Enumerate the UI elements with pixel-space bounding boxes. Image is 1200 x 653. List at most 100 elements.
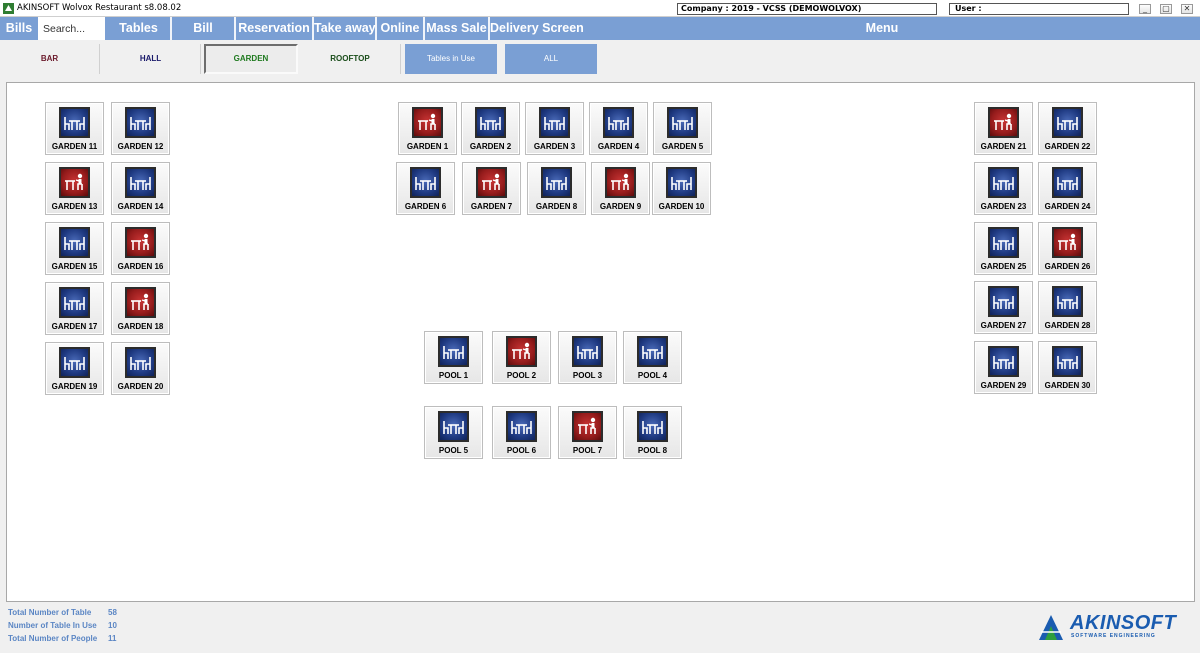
search-input[interactable] xyxy=(38,17,105,40)
table-garden-3[interactable]: GARDEN 3 xyxy=(525,102,584,155)
user-label: User : xyxy=(949,3,1129,15)
table-garden-13[interactable]: GARDEN 13 xyxy=(45,162,104,215)
table-garden-2[interactable]: GARDEN 2 xyxy=(461,102,520,155)
table-garden-1[interactable]: GARDEN 1 xyxy=(398,102,457,155)
table-label: POOL 1 xyxy=(438,371,469,380)
table-garden-4[interactable]: GARDEN 4 xyxy=(589,102,648,155)
tab-rooftop[interactable]: ROOFTOP xyxy=(300,44,401,74)
tables-button[interactable]: Tables xyxy=(107,17,172,40)
close-button[interactable]: ✕ xyxy=(1181,4,1193,14)
table-pool-2[interactable]: POOL 2 xyxy=(492,331,551,384)
occupied-table-icon xyxy=(412,107,443,138)
table-garden-10[interactable]: GARDEN 10 xyxy=(652,162,711,215)
free-table-icon xyxy=(475,107,506,138)
bill-button[interactable]: Bill xyxy=(172,17,236,40)
occupied-table-icon xyxy=(988,107,1019,138)
table-label: GARDEN 11 xyxy=(51,142,98,151)
free-table-icon xyxy=(637,411,668,442)
table-garden-14[interactable]: GARDEN 14 xyxy=(111,162,170,215)
table-pool-8[interactable]: POOL 8 xyxy=(623,406,682,459)
restore-button[interactable]: ▢ xyxy=(1160,4,1172,14)
table-garden-12[interactable]: GARDEN 12 xyxy=(111,102,170,155)
free-table-icon xyxy=(603,107,634,138)
stat-total-tables: Total Number of Table 58 xyxy=(8,606,117,619)
table-garden-15[interactable]: GARDEN 15 xyxy=(45,222,104,275)
minimize-button[interactable]: _ xyxy=(1139,4,1151,14)
table-garden-21[interactable]: GARDEN 21 xyxy=(974,102,1033,155)
stat-value: 11 xyxy=(108,634,117,643)
table-garden-23[interactable]: GARDEN 23 xyxy=(974,162,1033,215)
free-table-icon xyxy=(666,167,697,198)
occupied-table-icon xyxy=(506,336,537,367)
free-table-icon xyxy=(410,167,441,198)
table-garden-22[interactable]: GARDEN 22 xyxy=(1038,102,1097,155)
table-pool-6[interactable]: POOL 6 xyxy=(492,406,551,459)
table-garden-26[interactable]: GARDEN 26 xyxy=(1038,222,1097,275)
table-label: GARDEN 30 xyxy=(1044,381,1091,390)
tab-all[interactable]: ALL xyxy=(505,44,597,74)
table-garden-30[interactable]: GARDEN 30 xyxy=(1038,341,1097,394)
stat-total-people: Total Number of People 11 xyxy=(8,632,117,645)
mass-sale-button[interactable]: Mass Sale xyxy=(425,17,490,40)
free-table-icon xyxy=(59,107,90,138)
online-button[interactable]: Online xyxy=(377,17,425,40)
table-garden-7[interactable]: GARDEN 7 xyxy=(462,162,521,215)
delivery-screen-button[interactable]: Delivery Screen xyxy=(490,17,584,40)
table-pool-1[interactable]: POOL 1 xyxy=(424,331,483,384)
table-garden-6[interactable]: GARDEN 6 xyxy=(396,162,455,215)
table-label: POOL 3 xyxy=(572,371,603,380)
table-garden-24[interactable]: GARDEN 24 xyxy=(1038,162,1097,215)
occupied-table-icon xyxy=(125,227,156,258)
table-garden-11[interactable]: GARDEN 11 xyxy=(45,102,104,155)
stat-value: 58 xyxy=(108,608,117,617)
table-garden-17[interactable]: GARDEN 17 xyxy=(45,282,104,335)
table-garden-16[interactable]: GARDEN 16 xyxy=(111,222,170,275)
logo-wordmark: AKINSOFT xyxy=(1070,612,1177,634)
tab-garden[interactable]: GARDEN xyxy=(204,44,298,74)
table-garden-5[interactable]: GARDEN 5 xyxy=(653,102,712,155)
table-label: GARDEN 25 xyxy=(980,262,1027,271)
free-table-icon xyxy=(438,411,469,442)
table-pool-4[interactable]: POOL 4 xyxy=(623,331,682,384)
table-garden-20[interactable]: GARDEN 20 xyxy=(111,342,170,395)
free-table-icon xyxy=(988,227,1019,258)
free-table-icon xyxy=(1052,286,1083,317)
table-pool-3[interactable]: POOL 3 xyxy=(558,331,617,384)
free-table-icon xyxy=(125,347,156,378)
tab-tables-in-use[interactable]: Tables in Use xyxy=(405,44,497,74)
table-garden-19[interactable]: GARDEN 19 xyxy=(45,342,104,395)
table-label: GARDEN 18 xyxy=(117,322,164,331)
tab-hall[interactable]: HALL xyxy=(101,44,201,74)
menu-button[interactable]: Menu xyxy=(832,17,932,40)
occupied-table-icon xyxy=(605,167,636,198)
table-label: GARDEN 10 xyxy=(658,202,705,211)
app-title: AKINSOFT Wolvox Restaurant s8.08.02 xyxy=(17,3,182,13)
table-pool-7[interactable]: POOL 7 xyxy=(558,406,617,459)
logo-tagline: SOFTWARE ENGINEERING xyxy=(1071,633,1156,639)
bills-button[interactable]: Bills xyxy=(0,17,38,40)
stat-label: Number of Table In Use xyxy=(8,621,97,630)
table-garden-8[interactable]: GARDEN 8 xyxy=(527,162,586,215)
table-garden-25[interactable]: GARDEN 25 xyxy=(974,222,1033,275)
table-label: GARDEN 26 xyxy=(1044,262,1091,271)
table-label: POOL 7 xyxy=(572,446,603,455)
table-label: GARDEN 13 xyxy=(51,202,98,211)
table-label: GARDEN 21 xyxy=(980,142,1027,151)
app-icon xyxy=(3,3,14,14)
tab-bar[interactable]: BAR xyxy=(0,44,100,74)
take-away-button[interactable]: Take away xyxy=(314,17,377,40)
free-table-icon xyxy=(1052,167,1083,198)
table-label: GARDEN 12 xyxy=(117,142,164,151)
main-menu-bar: Bills Tables Bill Reservation Take away … xyxy=(0,17,1200,40)
table-garden-9[interactable]: GARDEN 9 xyxy=(591,162,650,215)
table-garden-18[interactable]: GARDEN 18 xyxy=(111,282,170,335)
table-label: POOL 8 xyxy=(637,446,668,455)
table-garden-27[interactable]: GARDEN 27 xyxy=(974,281,1033,334)
table-pool-5[interactable]: POOL 5 xyxy=(424,406,483,459)
table-label: GARDEN 27 xyxy=(980,321,1027,330)
table-garden-29[interactable]: GARDEN 29 xyxy=(974,341,1033,394)
reservation-button[interactable]: Reservation xyxy=(236,17,314,40)
table-garden-28[interactable]: GARDEN 28 xyxy=(1038,281,1097,334)
table-label: GARDEN 17 xyxy=(51,322,98,331)
stat-label: Total Number of Table xyxy=(8,608,92,617)
